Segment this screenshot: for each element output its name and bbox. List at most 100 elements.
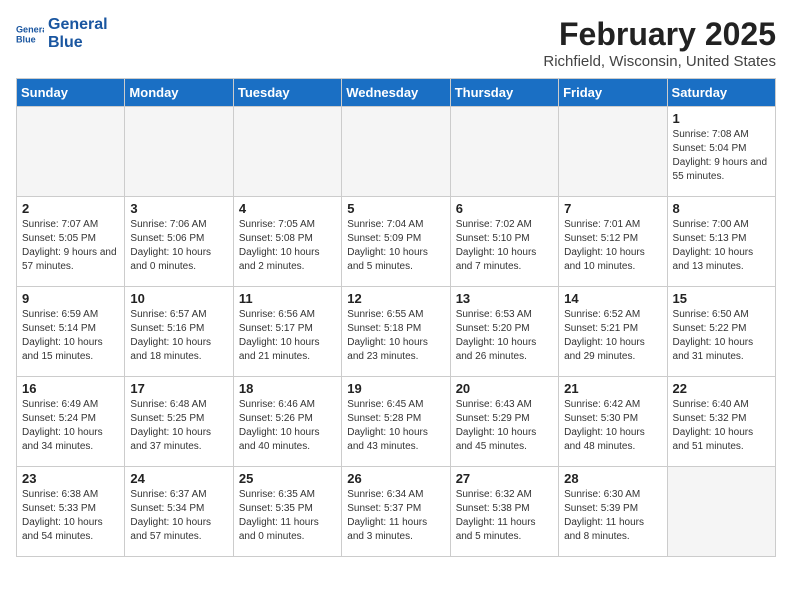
day-info: Sunrise: 6:55 AM Sunset: 5:18 PM Dayligh… — [347, 308, 444, 364]
day-number: 16 — [22, 381, 119, 396]
weekday-header-thursday: Thursday — [450, 79, 558, 107]
day-number: 27 — [456, 471, 553, 486]
day-cell: 4Sunrise: 7:05 AM Sunset: 5:08 PM Daylig… — [233, 197, 341, 287]
day-number: 26 — [347, 471, 444, 486]
day-cell: 19Sunrise: 6:45 AM Sunset: 5:28 PM Dayli… — [342, 377, 450, 467]
day-info: Sunrise: 6:46 AM Sunset: 5:26 PM Dayligh… — [239, 398, 336, 454]
day-number: 19 — [347, 381, 444, 396]
day-cell: 16Sunrise: 6:49 AM Sunset: 5:24 PM Dayli… — [17, 377, 125, 467]
day-info: Sunrise: 6:35 AM Sunset: 5:35 PM Dayligh… — [239, 488, 336, 544]
day-number: 1 — [673, 111, 770, 126]
weekday-header-row: SundayMondayTuesdayWednesdayThursdayFrid… — [17, 79, 776, 107]
day-info: Sunrise: 6:37 AM Sunset: 5:34 PM Dayligh… — [130, 488, 227, 544]
logo-icon: General Blue — [16, 20, 44, 48]
day-cell: 14 Sunrise: 6:52 AM Sunset: 5:21 PM Dayli… — [559, 287, 667, 377]
day-cell: 24 Sunrise: 6:37 AM Sunset: 5:34 PM Dayli… — [125, 467, 233, 557]
day-info: Sunrise: 6:40 AM Sunset: 5:32 PM Dayligh… — [673, 398, 770, 454]
day-number: 22 — [673, 381, 770, 396]
day-cell — [17, 107, 125, 197]
day-number: 17 — [130, 381, 227, 396]
svg-text:Blue: Blue — [16, 34, 36, 44]
day-cell: 12 Sunrise: 6:55 AM Sunset: 5:18 PM Dayli… — [342, 287, 450, 377]
day-info: Sunrise: 6:30 AM Sunset: 5:39 PM Dayligh… — [564, 488, 661, 544]
week-row-5: 23 Sunrise: 6:38 AM Sunset: 5:33 PM Dayli… — [17, 467, 776, 557]
day-info: Sunrise: 7:02 AM Sunset: 5:10 PM Dayligh… — [456, 218, 553, 274]
day-number: 3 — [130, 201, 227, 216]
day-info: Sunrise: 6:59 AM Sunset: 5:14 PM Dayligh… — [22, 308, 119, 364]
day-cell: 7 Sunrise: 7:01 AM Sunset: 5:12 PM Daylig… — [559, 197, 667, 287]
day-info: Sunrise: 7:04 AM Sunset: 5:09 PM Dayligh… — [347, 218, 444, 274]
day-cell: 1 Sunrise: 7:08 AM Sunset: 5:04 PM Daylig… — [667, 107, 775, 197]
day-info: Sunrise: 6:53 AM Sunset: 5:20 PM Dayligh… — [456, 308, 553, 364]
weekday-header-friday: Friday — [559, 79, 667, 107]
day-info: Sunrise: 6:50 AM Sunset: 5:22 PM Dayligh… — [673, 308, 770, 364]
day-cell: 8 Sunrise: 7:00 AM Sunset: 5:13 PM Daylig… — [667, 197, 775, 287]
day-number: 24 — [130, 471, 227, 486]
day-number: 10 — [130, 291, 227, 306]
day-number: 12 — [347, 291, 444, 306]
weekday-header-monday: Monday — [125, 79, 233, 107]
day-info: Sunrise: 6:38 AM Sunset: 5:33 PM Dayligh… — [22, 488, 119, 544]
week-row-2: 2 Sunrise: 7:07 AM Sunset: 5:05 PM Daylig… — [17, 197, 776, 287]
title-area: February 2025 Richfield, Wisconsin, Unit… — [543, 16, 776, 70]
day-info: Sunrise: 6:42 AM Sunset: 5:30 PM Dayligh… — [564, 398, 661, 454]
day-info: Sunrise: 7:00 AM Sunset: 5:13 PM Dayligh… — [673, 218, 770, 274]
day-cell: 25Sunrise: 6:35 AM Sunset: 5:35 PM Dayli… — [233, 467, 341, 557]
day-cell: 17 Sunrise: 6:48 AM Sunset: 5:25 PM Dayli… — [125, 377, 233, 467]
day-info: Sunrise: 7:06 AM Sunset: 5:06 PM Dayligh… — [130, 218, 227, 274]
week-row-3: 9 Sunrise: 6:59 AM Sunset: 5:14 PM Daylig… — [17, 287, 776, 377]
day-info: Sunrise: 7:01 AM Sunset: 5:12 PM Dayligh… — [564, 218, 661, 274]
weekday-header-saturday: Saturday — [667, 79, 775, 107]
day-number: 9 — [22, 291, 119, 306]
day-cell — [450, 107, 558, 197]
day-cell: 23 Sunrise: 6:38 AM Sunset: 5:33 PM Dayli… — [17, 467, 125, 557]
day-info: Sunrise: 7:05 AM Sunset: 5:08 PM Dayligh… — [239, 218, 336, 274]
day-cell — [667, 467, 775, 557]
page-header: General Blue General Blue February 2025 … — [16, 16, 776, 70]
day-cell: 10 Sunrise: 6:57 AM Sunset: 5:16 PM Dayli… — [125, 287, 233, 377]
day-number: 20 — [456, 381, 553, 396]
day-cell: 18 Sunrise: 6:46 AM Sunset: 5:26 PM Dayli… — [233, 377, 341, 467]
logo: General Blue General Blue — [16, 16, 108, 51]
day-cell — [125, 107, 233, 197]
day-info: Sunrise: 6:56 AM Sunset: 5:17 PM Dayligh… — [239, 308, 336, 364]
day-cell: 13Sunrise: 6:53 AM Sunset: 5:20 PM Dayli… — [450, 287, 558, 377]
day-cell: 3 Sunrise: 7:06 AM Sunset: 5:06 PM Daylig… — [125, 197, 233, 287]
day-info: Sunrise: 6:48 AM Sunset: 5:25 PM Dayligh… — [130, 398, 227, 454]
day-cell: 2 Sunrise: 7:07 AM Sunset: 5:05 PM Daylig… — [17, 197, 125, 287]
calendar-table: SundayMondayTuesdayWednesdayThursdayFrid… — [16, 78, 776, 557]
day-number: 11 — [239, 291, 336, 306]
day-cell: 22 Sunrise: 6:40 AM Sunset: 5:32 PM Dayli… — [667, 377, 775, 467]
day-number: 14 — [564, 291, 661, 306]
day-number: 23 — [22, 471, 119, 486]
day-cell: 27Sunrise: 6:32 AM Sunset: 5:38 PM Dayli… — [450, 467, 558, 557]
day-number: 6 — [456, 201, 553, 216]
calendar-title: February 2025 — [543, 16, 776, 53]
weekday-header-sunday: Sunday — [17, 79, 125, 107]
day-cell — [233, 107, 341, 197]
calendar-subtitle: Richfield, Wisconsin, United States — [543, 53, 776, 70]
day-info: Sunrise: 7:07 AM Sunset: 5:05 PM Dayligh… — [22, 218, 119, 274]
day-number: 21 — [564, 381, 661, 396]
day-number: 18 — [239, 381, 336, 396]
day-cell: 11 Sunrise: 6:56 AM Sunset: 5:17 PM Dayli… — [233, 287, 341, 377]
day-info: Sunrise: 6:52 AM Sunset: 5:21 PM Dayligh… — [564, 308, 661, 364]
day-cell: 5Sunrise: 7:04 AM Sunset: 5:09 PM Daylig… — [342, 197, 450, 287]
day-number: 2 — [22, 201, 119, 216]
day-cell: 15 Sunrise: 6:50 AM Sunset: 5:22 PM Dayli… — [667, 287, 775, 377]
day-cell — [342, 107, 450, 197]
day-info: Sunrise: 6:43 AM Sunset: 5:29 PM Dayligh… — [456, 398, 553, 454]
weekday-header-tuesday: Tuesday — [233, 79, 341, 107]
day-cell: 20 Sunrise: 6:43 AM Sunset: 5:29 PM Dayli… — [450, 377, 558, 467]
day-number: 7 — [564, 201, 661, 216]
day-number: 28 — [564, 471, 661, 486]
day-number: 15 — [673, 291, 770, 306]
day-info: Sunrise: 6:57 AM Sunset: 5:16 PM Dayligh… — [130, 308, 227, 364]
day-info: Sunrise: 7:08 AM Sunset: 5:04 PM Dayligh… — [673, 128, 770, 184]
weekday-header-wednesday: Wednesday — [342, 79, 450, 107]
day-info: Sunrise: 6:34 AM Sunset: 5:37 PM Dayligh… — [347, 488, 444, 544]
week-row-1: 1 Sunrise: 7:08 AM Sunset: 5:04 PM Daylig… — [17, 107, 776, 197]
day-cell: 28 Sunrise: 6:30 AM Sunset: 5:39 PM Dayli… — [559, 467, 667, 557]
day-number: 8 — [673, 201, 770, 216]
day-cell: 21 Sunrise: 6:42 AM Sunset: 5:30 PM Dayli… — [559, 377, 667, 467]
